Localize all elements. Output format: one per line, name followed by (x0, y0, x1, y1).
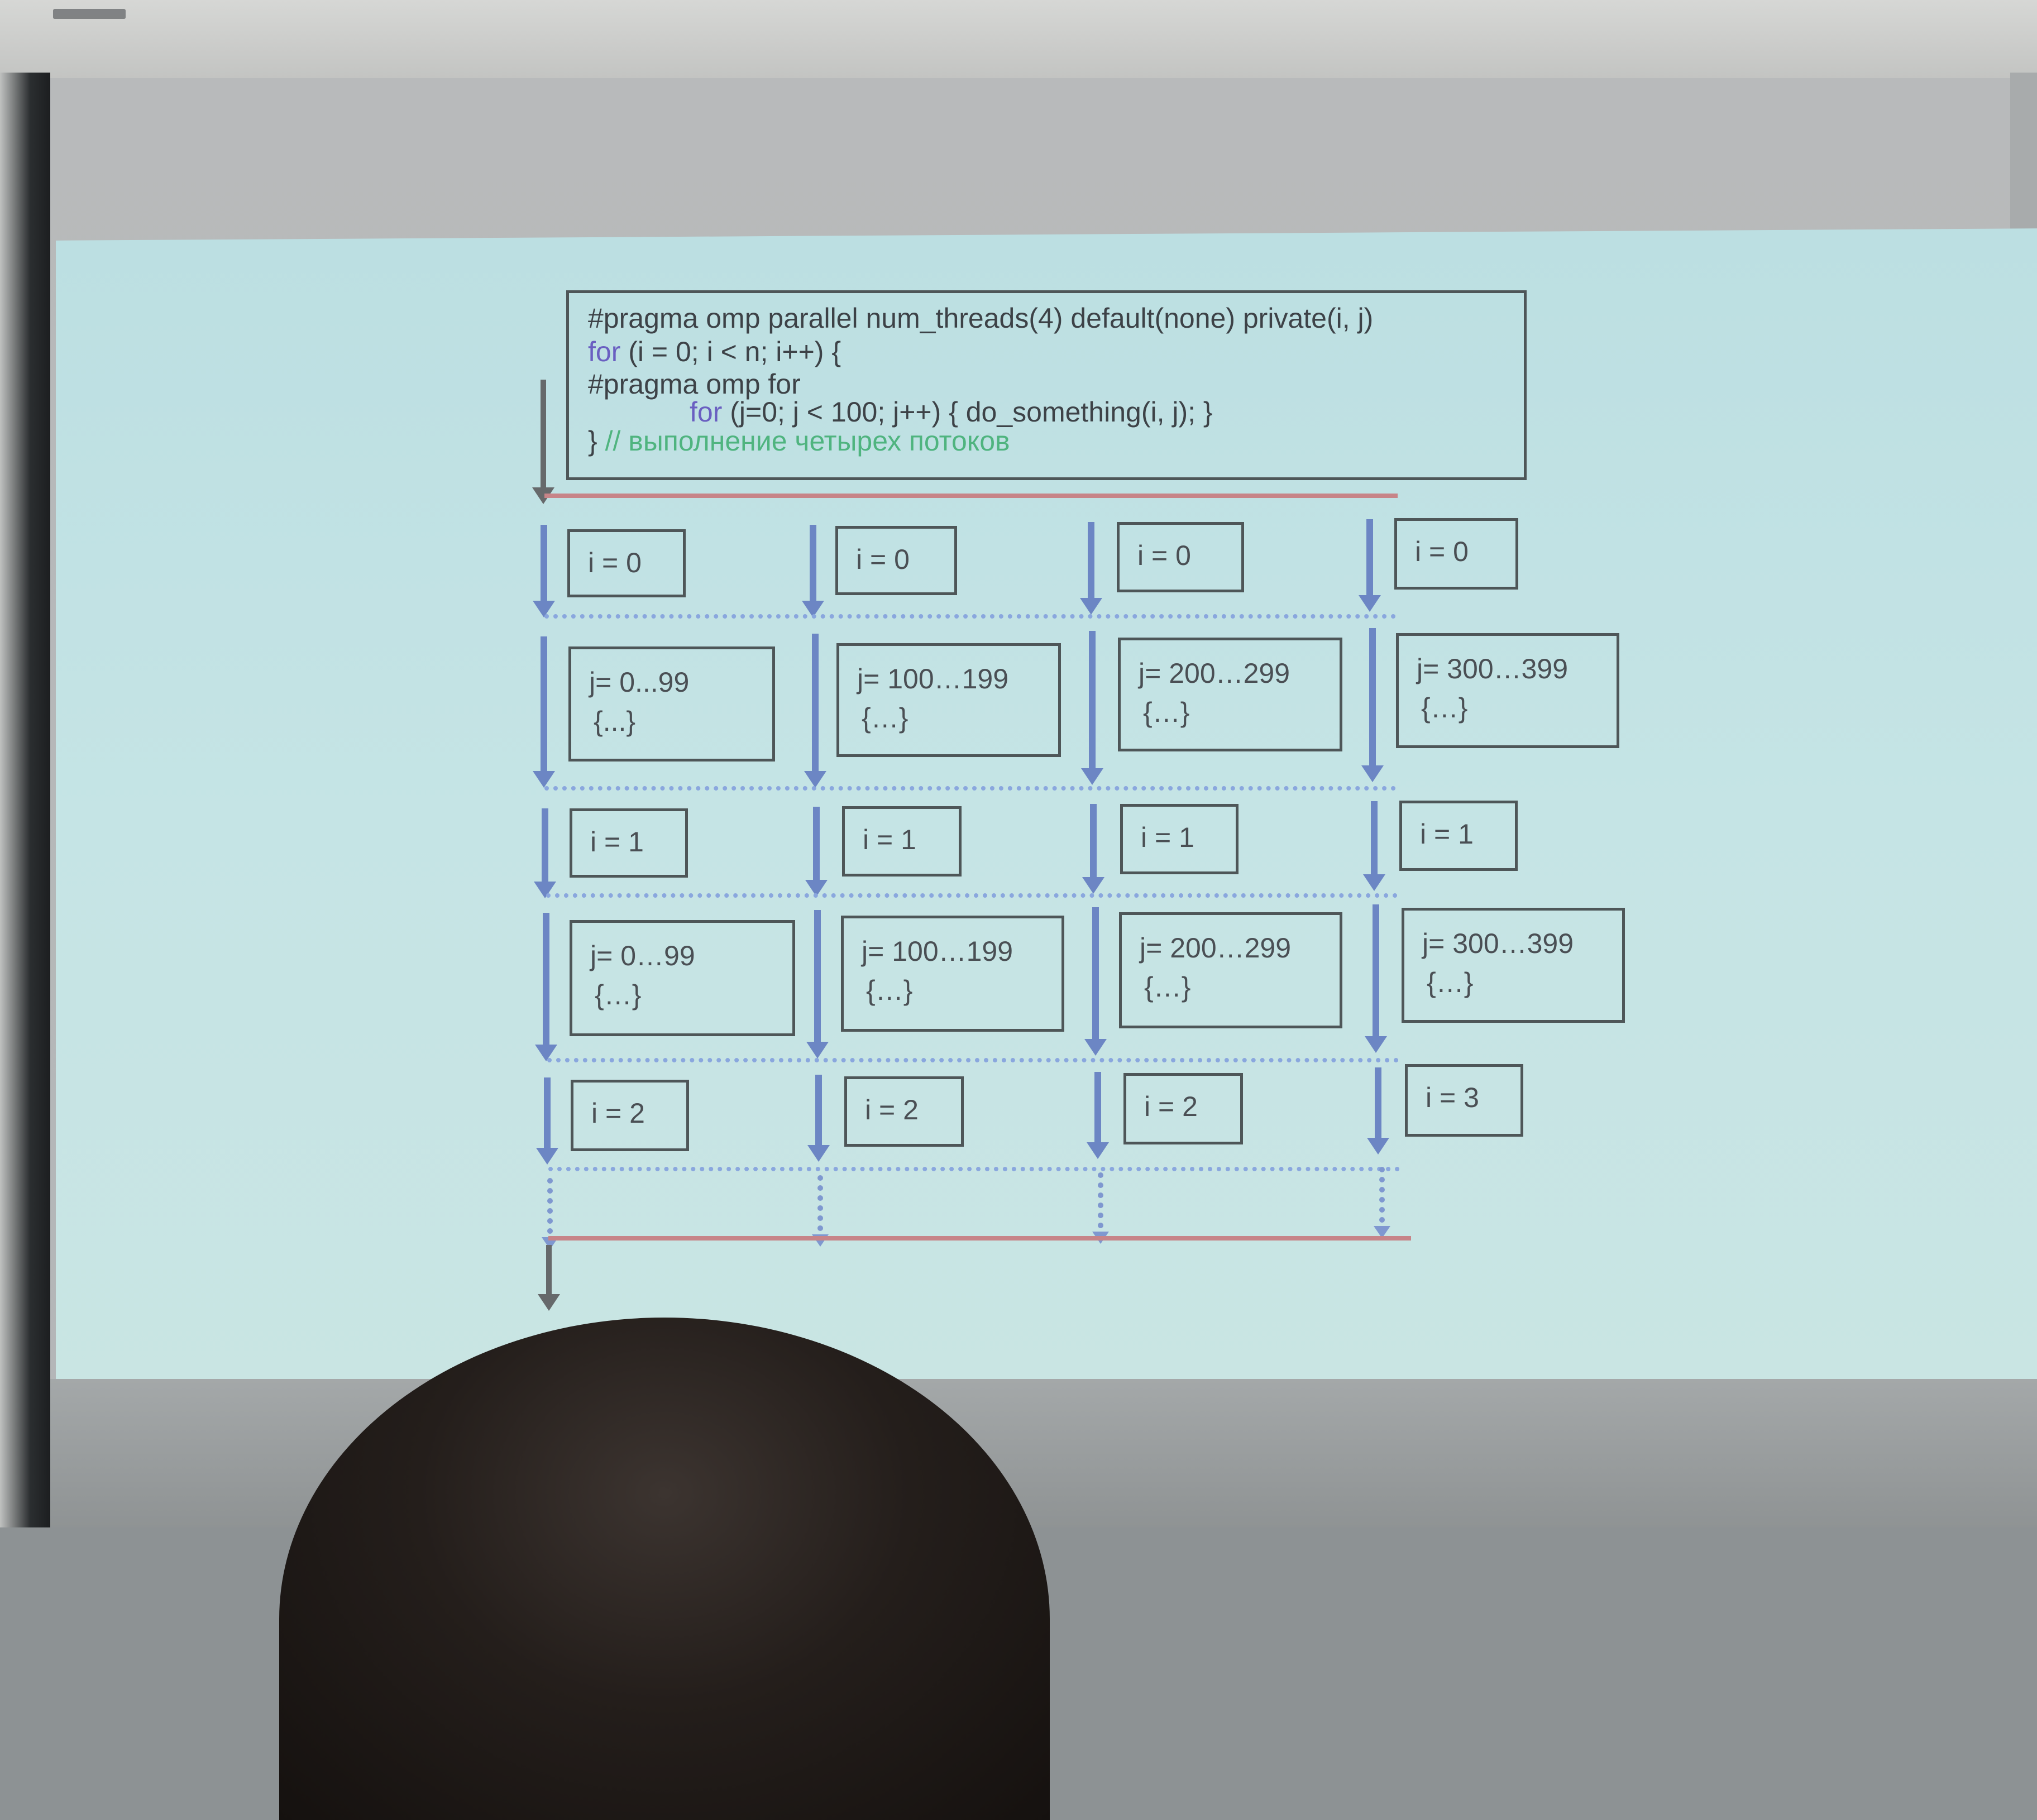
chunk-body-label: {…} (866, 975, 913, 1006)
continuation-arrow (542, 1178, 558, 1249)
iteration-cell: i = 0 (1117, 522, 1244, 592)
iteration-label: i = 0 (1137, 540, 1191, 571)
thread-arrow (1367, 1067, 1389, 1155)
iteration-label: i = 2 (1144, 1091, 1198, 1122)
iteration-label: i = 1 (863, 824, 916, 855)
iteration-label: i = 1 (1141, 822, 1194, 853)
iteration-cell: i = 1 (842, 806, 962, 877)
code-text: (i = 0; i < n; i++) { (620, 336, 841, 367)
iteration-label: i = 2 (865, 1094, 919, 1125)
iteration-cell: i = 1 (570, 808, 688, 878)
loop-chunk-cell: j= 0...99 {...} (568, 646, 775, 761)
chunk-range-label: j= 300…399 (1422, 928, 1574, 959)
iteration-cell: i = 2 (1123, 1073, 1243, 1144)
chunk-range-label: j= 100…199 (862, 936, 1013, 967)
continuation-arrow (812, 1175, 829, 1247)
iteration-label: i = 1 (1420, 818, 1474, 850)
iteration-label: i = 0 (588, 547, 642, 578)
iteration-label: i = 1 (590, 826, 644, 858)
iteration-cell: i = 2 (844, 1076, 964, 1147)
join-barrier-line (548, 1236, 1411, 1241)
thread-arrow (1080, 522, 1102, 615)
sync-dotted-line (546, 893, 1398, 898)
thread-arrow (1359, 519, 1381, 612)
chunk-body-label: {…} (862, 702, 908, 734)
chunk-range-label: j= 300…399 (1417, 653, 1569, 684)
iteration-cell: i = 0 (1394, 518, 1518, 590)
thread-arrow (1084, 907, 1107, 1056)
code-comment: // выполнение четырех потоков (597, 425, 1010, 457)
thread-arrow (1081, 631, 1103, 785)
chunk-body-label: {…} (595, 979, 642, 1010)
loop-chunk-cell: j= 300…399 {…} (1402, 908, 1625, 1023)
screen-frame-left (0, 73, 50, 1527)
thread-arrow (1082, 804, 1104, 894)
loop-chunk-cell: j= 0…99 {…} (570, 920, 795, 1036)
code-text: (j=0; j < 100; j++) { do_something(i, j)… (722, 396, 1213, 428)
projector-label (53, 9, 126, 19)
master-thread-arrow-top (532, 380, 554, 504)
thread-arrow (1361, 628, 1384, 782)
sync-dotted-line (547, 1058, 1399, 1062)
continuation-arrow (1374, 1167, 1390, 1238)
iteration-cell: i = 3 (1405, 1064, 1523, 1137)
iteration-cell: i = 1 (1120, 804, 1239, 874)
chunk-range-label: j= 0…99 (590, 940, 695, 971)
code-brace: } (588, 425, 597, 457)
code-line-2: for (i = 0; i < n; i++) { (588, 336, 841, 368)
chunk-body-label: {…} (1144, 971, 1191, 1003)
fork-barrier-line (544, 494, 1398, 498)
continuation-arrow (1092, 1172, 1109, 1244)
loop-chunk-cell: j= 100…199 {…} (841, 916, 1064, 1032)
thread-arrow (533, 525, 555, 617)
loop-chunk-cell: j= 200…299 {…} (1118, 638, 1342, 751)
code-keyword: for (690, 396, 723, 428)
sync-dotted-line (548, 1167, 1400, 1171)
sync-dotted-line (544, 786, 1396, 791)
thread-arrow (536, 1077, 558, 1165)
iteration-label: i = 2 (591, 1098, 645, 1129)
thread-arrow (805, 807, 828, 897)
thread-arrow (535, 913, 557, 1061)
thread-arrow (533, 636, 555, 788)
iteration-label: i = 3 (1426, 1082, 1479, 1113)
code-keyword: for (588, 336, 621, 367)
chunk-body-label: {…} (1143, 697, 1190, 728)
code-line-4: for (j=0; j < 100; j++) { do_something(i… (690, 396, 1213, 428)
chunk-range-label: j= 100…199 (857, 663, 1009, 695)
chunk-body-label: {…} (1427, 967, 1474, 998)
iteration-cell: i = 2 (571, 1080, 689, 1151)
sync-dotted-line (544, 614, 1396, 619)
iteration-label: i = 0 (1415, 536, 1469, 567)
loop-chunk-cell: j= 200…299 {…} (1119, 912, 1342, 1028)
room-wall-top (0, 0, 2037, 78)
thread-arrow (802, 525, 824, 617)
thread-arrow (807, 1075, 830, 1162)
thread-arrow (1365, 904, 1387, 1053)
chunk-range-label: j= 0...99 (589, 667, 690, 698)
chunk-range-label: j= 200…299 (1139, 658, 1290, 689)
master-thread-arrow-bottom (538, 1245, 560, 1311)
code-line-5: } // выполнение четырех потоков (588, 425, 1010, 457)
thread-arrow (534, 808, 556, 898)
loop-chunk-cell: j= 300…399 {…} (1396, 633, 1619, 748)
code-block: #pragma omp parallel num_threads(4) defa… (566, 290, 1527, 480)
iteration-cell: i = 0 (835, 526, 957, 595)
chunk-range-label: j= 200…299 (1140, 932, 1292, 964)
iteration-cell: i = 1 (1399, 801, 1518, 871)
loop-chunk-cell: j= 100…199 {…} (836, 643, 1061, 757)
code-line-1: #pragma omp parallel num_threads(4) defa… (588, 303, 1374, 334)
iteration-cell: i = 0 (567, 529, 686, 597)
chunk-body-label: {...} (594, 706, 636, 737)
chunk-body-label: {…} (1421, 692, 1468, 724)
thread-arrow (1363, 801, 1385, 891)
thread-arrow (806, 910, 829, 1059)
iteration-label: i = 0 (856, 544, 910, 575)
thread-arrow (804, 634, 826, 788)
thread-arrow (1087, 1072, 1109, 1159)
